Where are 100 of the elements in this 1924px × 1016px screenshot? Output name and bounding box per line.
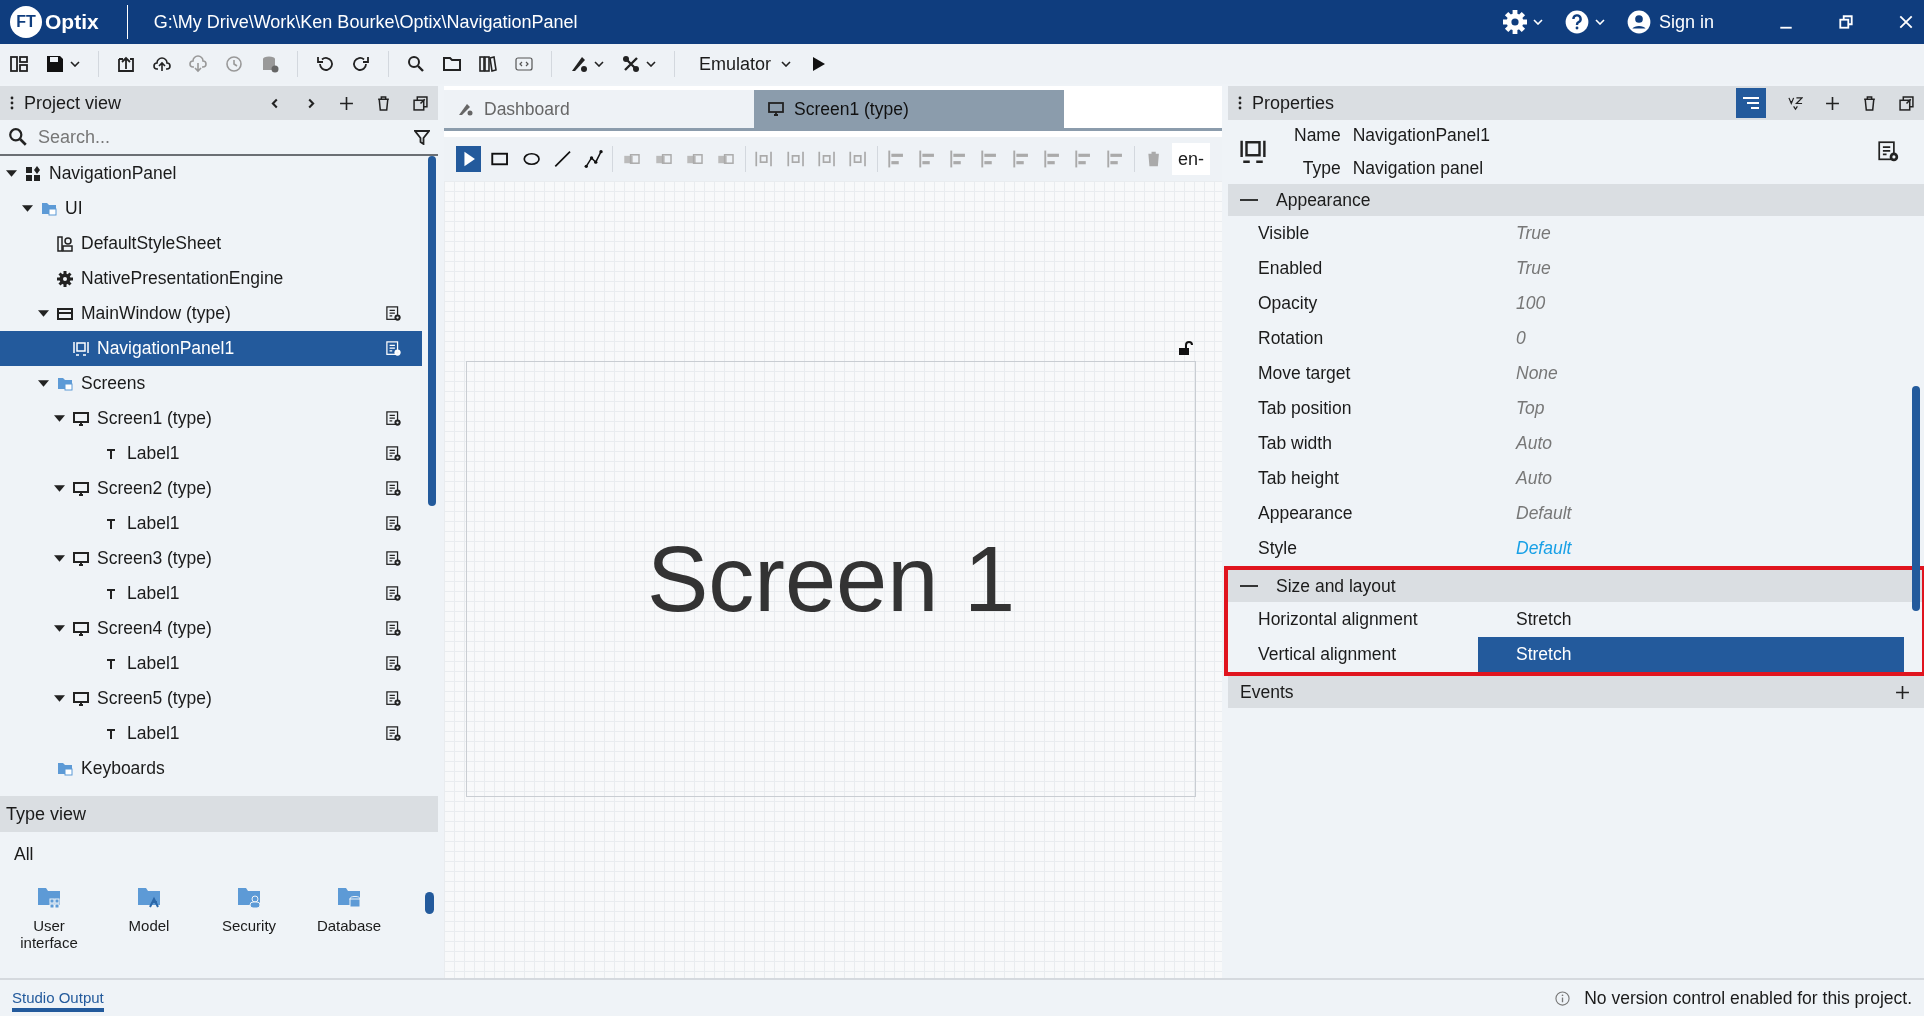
filter-icon[interactable] (414, 129, 430, 145)
settings-icon[interactable] (386, 340, 402, 357)
export-icon[interactable] (117, 55, 135, 73)
section-header[interactable]: Size and layout (1228, 570, 1922, 602)
code-icon[interactable] (515, 55, 533, 73)
tree-item[interactable]: Screen1 (type) (0, 401, 422, 436)
expand-arrow-icon[interactable] (54, 625, 65, 632)
expand-arrow-icon[interactable] (54, 485, 65, 492)
layout-icon[interactable] (10, 55, 28, 73)
folder-icon[interactable] (443, 55, 461, 73)
expand-arrow-icon[interactable] (38, 380, 49, 387)
close-icon[interactable] (1898, 14, 1914, 30)
editor-tab[interactable]: Screen1 (type) (754, 90, 1064, 128)
tree-item[interactable]: NativePresentationEngine (0, 261, 422, 296)
tree-item[interactable]: NavigationPanel (0, 156, 422, 191)
sort-icon[interactable] (1788, 95, 1803, 111)
tree-item[interactable]: Label1 (0, 506, 422, 541)
expand-arrow-icon[interactable] (22, 205, 33, 212)
search-icon[interactable] (8, 127, 28, 147)
tree-item[interactable]: Keyboards (0, 751, 422, 786)
add-icon[interactable] (1895, 684, 1910, 700)
search-field[interactable]: Search... (38, 126, 404, 148)
property-value[interactable]: 0 (1478, 321, 1906, 356)
trash-icon[interactable] (1862, 95, 1877, 111)
theme-button[interactable] (570, 55, 604, 73)
scrollbar[interactable] (1912, 386, 1920, 611)
output-tab[interactable]: Studio Output (12, 984, 104, 1012)
settings-icon[interactable] (386, 480, 402, 497)
property-value[interactable]: Stretch (1478, 637, 1904, 672)
undo-icon[interactable] (316, 55, 334, 73)
settings-icon[interactable] (386, 725, 402, 742)
lock-icon[interactable] (1177, 340, 1193, 356)
settings-icon[interactable] (386, 445, 402, 462)
expand-arrow-icon[interactable] (54, 555, 65, 562)
restore-icon[interactable] (1838, 14, 1854, 30)
settings-icon[interactable] (386, 515, 402, 532)
search-icon[interactable] (407, 55, 425, 73)
design-canvas[interactable]: Screen 1 (444, 181, 1222, 978)
collapse-icon[interactable] (1240, 198, 1258, 202)
screen-label[interactable]: Screen 1 (646, 526, 1016, 632)
property-value[interactable]: 100 (1478, 286, 1906, 321)
cloud-upload-icon[interactable] (153, 55, 171, 73)
tree-item[interactable]: Screen4 (type) (0, 611, 422, 646)
tree-item[interactable]: NavigationPanel1 (0, 331, 422, 366)
tree-item[interactable]: Screen2 (type) (0, 471, 422, 506)
expand-arrow-icon[interactable] (54, 415, 65, 422)
settings-icon[interactable] (386, 305, 402, 322)
property-value[interactable]: Stretch (1478, 602, 1904, 637)
property-value[interactable]: None (1478, 356, 1906, 391)
help-button[interactable] (1564, 10, 1605, 34)
language-field[interactable]: en- (1172, 143, 1211, 175)
filter-icon[interactable] (1736, 88, 1766, 118)
tree-item[interactable]: Screens (0, 366, 422, 401)
category-label[interactable]: All (14, 844, 34, 864)
collapse-icon[interactable] (1240, 584, 1258, 588)
settings-icon[interactable] (386, 620, 402, 637)
settings-icon[interactable] (386, 410, 402, 427)
tree-item[interactable]: DefaultStyleSheet (0, 226, 422, 261)
save-button[interactable] (46, 55, 80, 73)
settings-icon[interactable] (386, 655, 402, 672)
pointer-icon[interactable] (456, 146, 482, 172)
type-item[interactable]: Security (214, 885, 284, 951)
settings-icon[interactable] (386, 585, 402, 602)
redo-icon[interactable] (352, 55, 370, 73)
scrollbar[interactable] (428, 156, 436, 506)
type-item[interactable]: User interface (14, 885, 84, 951)
emulator-dropdown[interactable]: Emulator (699, 53, 792, 75)
tree-item[interactable]: Label1 (0, 716, 422, 751)
editor-tab[interactable]: Dashboard (444, 90, 754, 128)
sign-in-button[interactable]: Sign in (1626, 10, 1714, 34)
property-value[interactable]: Top (1478, 391, 1906, 426)
more-icon[interactable] (1238, 96, 1242, 110)
database-icon[interactable] (261, 55, 279, 73)
expand-arrow-icon[interactable] (38, 310, 49, 317)
type-item[interactable]: Model (114, 885, 184, 951)
expand-arrow-icon[interactable] (6, 170, 17, 177)
tree-item[interactable]: Label1 (0, 576, 422, 611)
trash-icon[interactable] (376, 95, 391, 111)
tree-item[interactable]: Screen3 (type) (0, 541, 422, 576)
property-value[interactable]: True (1478, 251, 1906, 286)
section-header[interactable]: Events (1228, 676, 1924, 708)
tools-button[interactable] (622, 55, 656, 73)
popout-icon[interactable] (1899, 95, 1914, 111)
expand-arrow-icon[interactable] (54, 695, 65, 702)
type-item[interactable]: Database (314, 885, 384, 951)
property-value[interactable]: Auto (1478, 426, 1906, 461)
settings-button[interactable] (1502, 10, 1543, 34)
tree-item[interactable]: Label1 (0, 646, 422, 681)
more-icon[interactable] (10, 96, 14, 110)
property-value[interactable]: Default (1478, 496, 1906, 531)
library-icon[interactable] (479, 55, 497, 73)
popout-icon[interactable] (413, 95, 428, 111)
settings-icon[interactable] (386, 550, 402, 567)
add-icon[interactable] (339, 95, 354, 111)
tree-item[interactable]: Label1 (0, 436, 422, 471)
property-value[interactable]: True (1478, 216, 1906, 251)
tree-item[interactable]: UI (0, 191, 422, 226)
property-value[interactable]: Auto (1478, 461, 1906, 496)
settings-icon[interactable] (386, 690, 402, 707)
tree-item[interactable]: MainWindow (type) (0, 296, 422, 331)
